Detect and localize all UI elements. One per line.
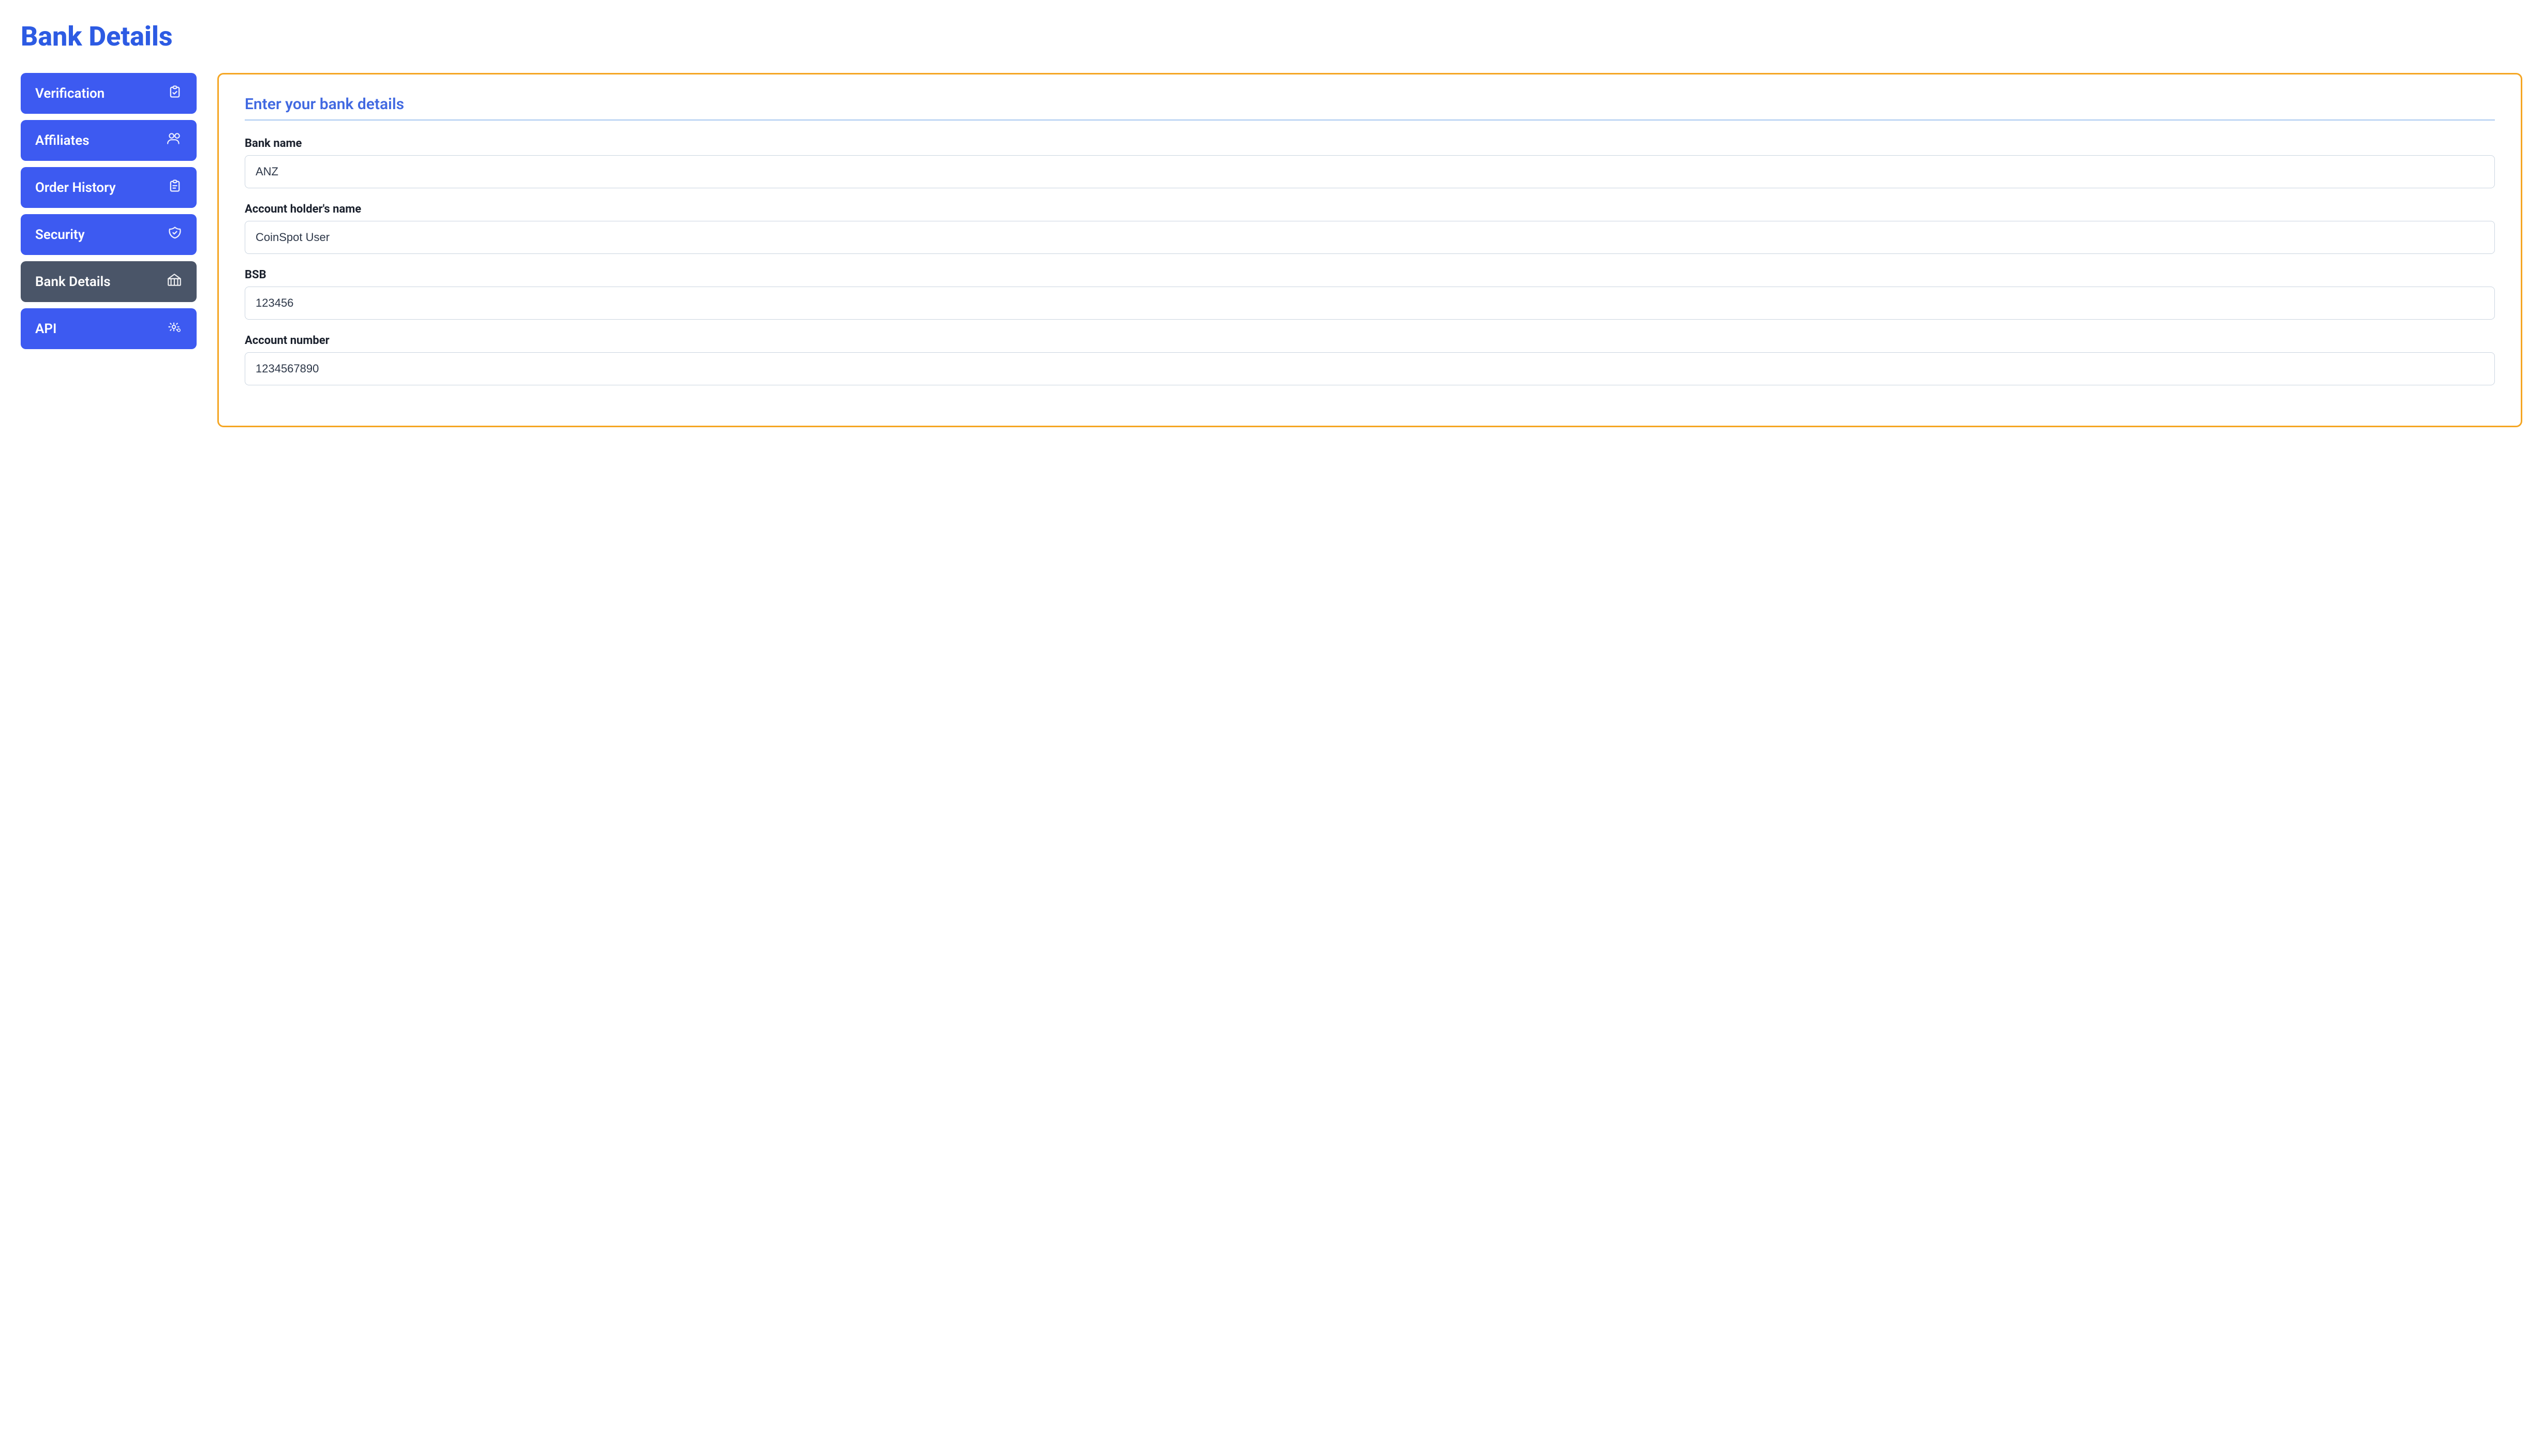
bank-details-icon — [167, 273, 182, 291]
sidebar-item-label-security: Security — [35, 227, 85, 243]
main-layout: Verification Affiliates Order History Secur… — [21, 73, 2522, 427]
form-group-bsb: BSB — [245, 268, 2495, 320]
sidebar-item-label-api: API — [35, 321, 57, 337]
sidebar-item-label-affiliates: Affiliates — [35, 133, 90, 148]
sidebar-item-bank-details[interactable]: Bank Details — [21, 261, 197, 302]
input-account-number[interactable] — [245, 352, 2495, 385]
form-group-account-holder: Account holder's name — [245, 203, 2495, 254]
sidebar-item-affiliates[interactable]: Affiliates — [21, 120, 197, 161]
form-fields: Bank name Account holder's name BSB Account… — [245, 137, 2495, 385]
form-group-bank-name: Bank name — [245, 137, 2495, 188]
sidebar-item-order-history[interactable]: Order History — [21, 167, 197, 208]
label-bank-name: Bank name — [245, 137, 2495, 150]
input-account-holder[interactable] — [245, 221, 2495, 254]
sidebar-item-security[interactable]: Security — [21, 214, 197, 255]
form-divider — [245, 119, 2495, 121]
sidebar-item-verification[interactable]: Verification — [21, 73, 197, 114]
form-title: Enter your bank details — [245, 95, 2495, 113]
sidebar-item-label-bank-details: Bank Details — [35, 274, 111, 290]
sidebar-item-api[interactable]: API — [21, 308, 197, 349]
label-account-number: Account number — [245, 334, 2495, 347]
label-bsb: BSB — [245, 268, 2495, 281]
security-icon — [168, 226, 182, 244]
bank-details-form-container: Enter your bank details Bank name Account… — [217, 73, 2522, 427]
sidebar: Verification Affiliates Order History Secur… — [21, 73, 197, 349]
affiliates-icon — [167, 131, 182, 149]
order-history-icon — [168, 178, 182, 197]
input-bsb[interactable] — [245, 287, 2495, 320]
input-bank-name[interactable] — [245, 155, 2495, 188]
label-account-holder: Account holder's name — [245, 203, 2495, 216]
sidebar-item-label-verification: Verification — [35, 86, 105, 101]
sidebar-item-label-order-history: Order History — [35, 180, 116, 196]
api-icon — [166, 320, 182, 338]
form-group-account-number: Account number — [245, 334, 2495, 385]
page-title: Bank Details — [21, 21, 2522, 52]
verification-icon — [168, 84, 182, 102]
